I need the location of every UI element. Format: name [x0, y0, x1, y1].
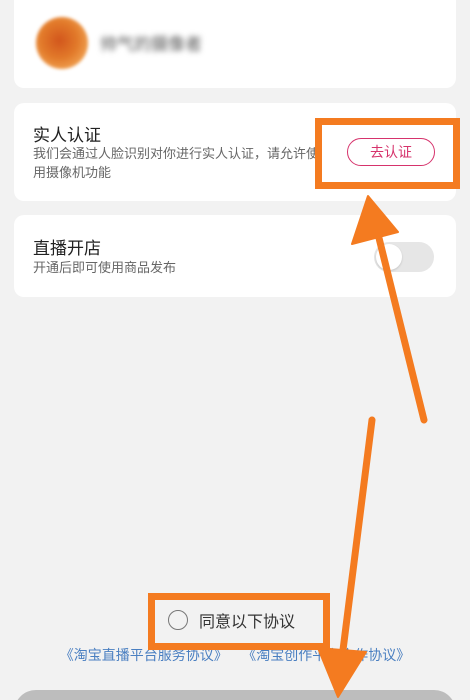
verification-description: 我们会通过人脸识别对你进行实人认证，请允许使用摄像机功能 [33, 147, 320, 181]
arrow-down-line [339, 416, 376, 654]
avatar[interactable] [36, 17, 88, 69]
agreement-row[interactable]: 同意以下协议 [168, 608, 295, 632]
username: 帅气的摄像者 [100, 35, 202, 55]
live-store-description: 开通后即可使用商品发布 [33, 261, 177, 276]
agreement-link-live-service[interactable]: 《淘宝直播平台服务协议》 [60, 648, 228, 664]
verification-card: 实人认证 我们会通过人脸识别对你进行实人认证，请允许使用摄像机功能 去认证 [14, 103, 456, 201]
verification-title: 实人认证 [33, 126, 101, 146]
agreement-links: 《淘宝直播平台服务协议》 《淘宝创作平台合作协议》 [0, 645, 470, 665]
toggle-knob [376, 244, 402, 270]
agree-radio[interactable] [168, 610, 188, 630]
live-store-title: 直播开店 [33, 239, 101, 259]
profile-card: 帅气的摄像者 [14, 0, 456, 88]
live-store-card: 直播开店 开通后即可使用商品发布 [14, 215, 456, 297]
submit-button[interactable] [14, 690, 456, 700]
live-store-toggle[interactable] [374, 242, 434, 272]
agreement-link-creator[interactable]: 《淘宝创作平台合作协议》 [242, 648, 410, 664]
verify-button[interactable]: 去认证 [347, 138, 435, 166]
agree-label: 同意以下协议 [199, 612, 296, 631]
